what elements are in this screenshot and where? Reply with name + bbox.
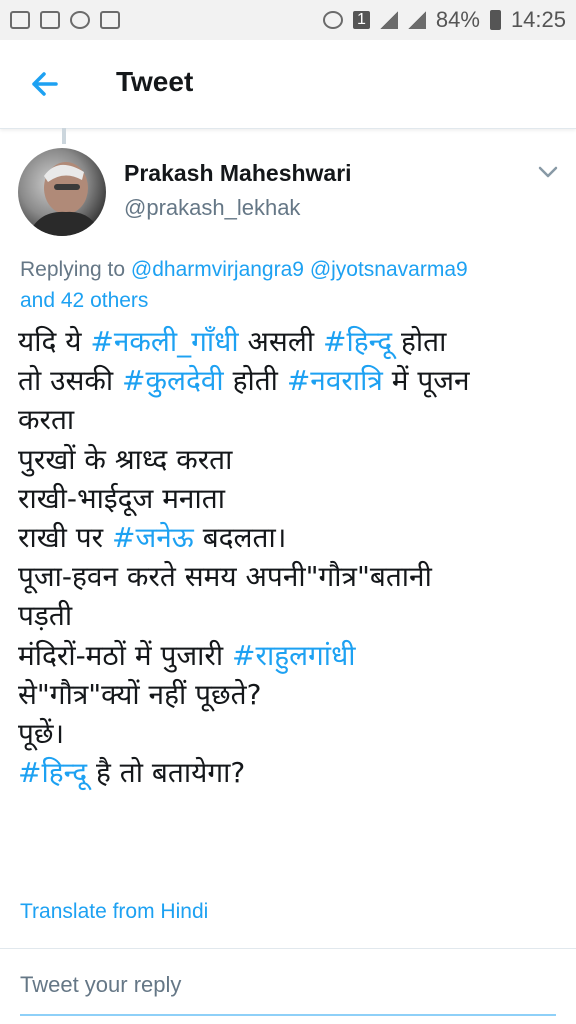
tweet-text-segment: असली	[238, 325, 323, 358]
hashtag-link[interactable]: #हिन्दू	[18, 756, 87, 789]
tweet-text-segment: करता	[18, 403, 75, 437]
tweet-text-segment: पड़ती	[18, 599, 73, 633]
app-notification-icon	[100, 11, 120, 29]
tweet-line: मंदिरों-मठों में पुजारी #राहुलगांधी	[18, 636, 564, 675]
system-icons: 1 84% 14:25	[322, 7, 566, 33]
tweet-line: से"गौत्र"क्यों नहीं पूछते?	[18, 675, 564, 714]
image-icon	[40, 11, 60, 29]
battery-icon	[489, 10, 501, 30]
divider	[0, 948, 576, 949]
tweet-text-segment: मंदिरों-मठों में पुजारी	[18, 638, 233, 672]
tweet-line: पूजा-हवन करते समय अपनी"गौत्र"बतानी	[18, 557, 564, 596]
battery-percent: 84%	[435, 7, 480, 32]
tweet-text-segment: होता	[392, 325, 447, 358]
app-header: Tweet	[0, 40, 576, 129]
mention-link[interactable]: @dharmvirjangra9	[131, 258, 304, 281]
globe-icon	[70, 11, 90, 29]
back-arrow-icon[interactable]	[24, 62, 68, 106]
avatar-photo	[28, 162, 102, 236]
notification-icons	[10, 11, 120, 29]
avatar[interactable]	[18, 148, 106, 236]
clock: 14:25	[510, 7, 566, 32]
tweet-text-segment: पूछें।	[18, 717, 65, 751]
replying-to: Replying to @dharmvirjangra9 @jyotsnavar…	[20, 254, 560, 316]
tweet-text-segment: राखी-भाईदूज मनाता	[18, 481, 225, 515]
hashtag-link[interactable]: #नकली_गाँधी	[90, 325, 238, 358]
author-name[interactable]: Prakash Maheshwari	[124, 160, 352, 187]
tweet-line: तो उसकी #कुलदेवी होती #नवरात्रि में पूजन	[18, 361, 564, 400]
page-title: Tweet	[116, 66, 194, 97]
tweet-line: यदि ये #नकली_गाँधी असली #हिन्दू होता	[18, 322, 564, 361]
tweet-text-segment: तो उसकी	[18, 364, 123, 398]
tweet-line: पड़ती	[18, 596, 564, 635]
tweet-text-segment: से"गौत्र"क्यों नहीं पूछते?	[18, 677, 262, 711]
tweet-text-segment: होती	[223, 364, 287, 398]
chevron-down-icon[interactable]	[536, 160, 560, 184]
reply-input[interactable]: Tweet your reply	[20, 972, 181, 998]
tweet-text-segment: बदलता।	[193, 521, 287, 555]
tweet-text-segment: पूजा-हवन करते समय अपनी"गौत्र"बतानी	[18, 560, 432, 594]
mention-link[interactable]: @jyotsnavarma9	[310, 258, 468, 281]
tweet-text: यदि ये #नकली_गाँधी असली #हिन्दू होता तो उ…	[18, 322, 564, 792]
sim-indicator: 1	[352, 11, 370, 29]
others-link[interactable]: and 42 others	[20, 289, 148, 312]
hashtag-link[interactable]: #राहुलगांधी	[232, 639, 356, 672]
hashtag-link[interactable]: #हिन्दू	[323, 325, 392, 358]
signal-icon	[379, 11, 398, 29]
tweet-line: करता	[18, 400, 564, 439]
reply-underline	[20, 1014, 556, 1016]
tweet-text-segment: में पूजन	[382, 364, 470, 398]
tweet-line: राखी पर #जनेऊ बदलता।	[18, 518, 564, 557]
author-handle[interactable]: @prakash_lekhak	[124, 195, 300, 221]
tweet-text-segment: यदि ये	[18, 325, 91, 358]
alarm-icon	[322, 11, 343, 29]
tweet-line: #हिन्दू है तो बतायेगा?	[18, 753, 564, 792]
replying-prefix: Replying to	[20, 258, 131, 281]
tweet-line: पूछें।	[18, 714, 564, 753]
tweet-line: पुरखों के श्राध्द करता	[18, 440, 564, 479]
signal-icon-2	[407, 11, 426, 29]
hashtag-link[interactable]: #नवरात्रि	[287, 364, 383, 397]
translate-link[interactable]: Translate from Hindi	[20, 900, 208, 924]
hashtag-link[interactable]: #कुलदेवी	[122, 364, 224, 397]
mail-icon	[10, 11, 30, 29]
tweet-text-segment: राखी पर	[18, 521, 113, 555]
thread-connector	[62, 128, 66, 144]
hashtag-link[interactable]: #जनेऊ	[112, 521, 194, 554]
tweet-text-segment: पुरखों के श्राध्द करता	[18, 442, 233, 476]
tweet-text-segment: है तो बतायेगा?	[87, 756, 246, 790]
tweet-line: राखी-भाईदूज मनाता	[18, 479, 564, 518]
status-bar: 1 84% 14:25	[0, 0, 576, 40]
